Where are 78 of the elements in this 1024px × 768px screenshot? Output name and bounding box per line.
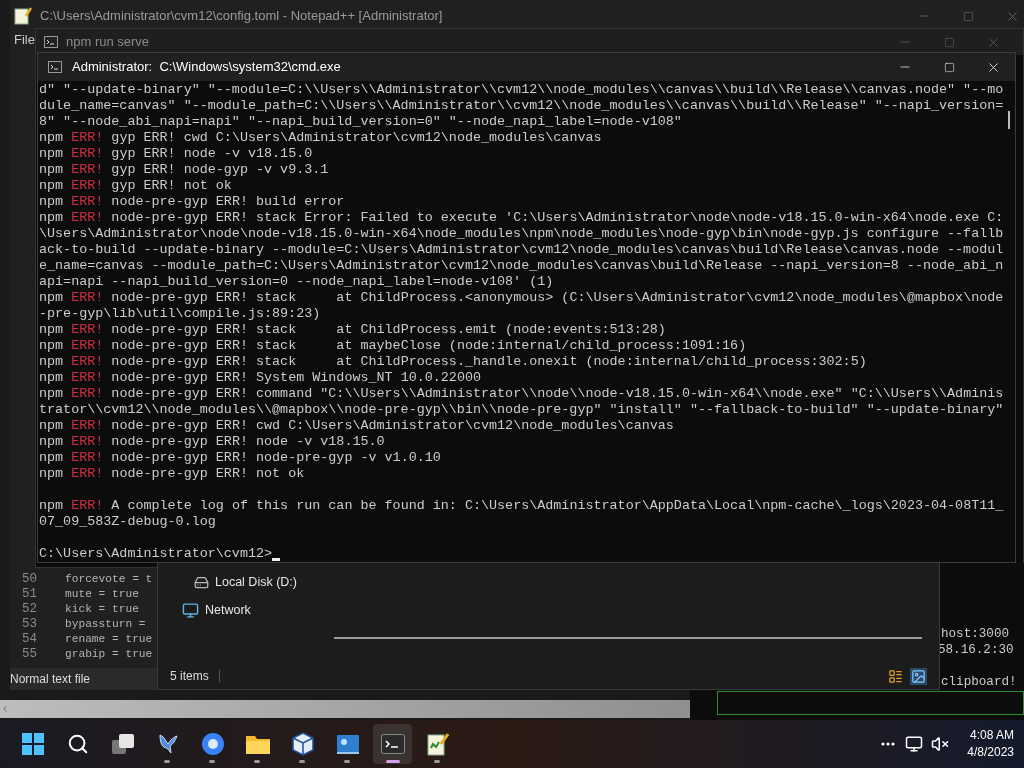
terminal-line: npm ERR! gyp ERR! node -v v18.15.0 bbox=[39, 146, 313, 162]
terminal-line: npm ERR! node-pre-gyp ERR! stack at ChildProcess.emit (node:events:513:28) bbox=[39, 322, 666, 338]
terminal-line: npm ERR! node-pre-gyp ERR! build error bbox=[39, 194, 345, 210]
terminal-line: 07_09_583Z-debug-0.log bbox=[39, 514, 216, 530]
window-title: C:\Users\Administrator\cvm12\config.toml - Notepad++ [Administrator] bbox=[40, 7, 443, 26]
ellipsis-icon bbox=[881, 742, 896, 746]
window-title: Administrator: C:\Windows\system32\cmd.exe bbox=[72, 58, 341, 77]
horizontal-scrollbar[interactable] bbox=[0, 700, 690, 718]
drive-icon bbox=[194, 574, 209, 590]
terminal-line: npm ERR! gyp ERR! cwd C:\Users\Administrator\cvm12\node_modules\canvas bbox=[39, 130, 602, 146]
menu-item[interactable]: File bbox=[10, 30, 39, 50]
terminal-line: 8" "--node_abi_napi=napi" "--napi_build_version=0" "--node_napi_label=node-v108" bbox=[39, 114, 682, 130]
terminal-line: npm ERR! node-pre-gyp ERR! System Windows_NT 10.0.22000 bbox=[39, 370, 481, 386]
code-line: kick = true bbox=[65, 602, 139, 618]
terminal-line: npm ERR! node-pre-gyp ERR! node -v v18.15.0 bbox=[39, 434, 385, 450]
cube-icon bbox=[291, 732, 314, 756]
nav-item[interactable]: Network bbox=[158, 595, 939, 625]
tiles-view-button[interactable] bbox=[910, 667, 927, 685]
terminal-line: -pre-gyp\lib\util\compile.js:89:23) bbox=[39, 306, 321, 322]
terminal-line: d" "--update-binary" "--module=C:\\Users\\Administrator\\cvm12\\node_modules\\canvas\\build\\Release\\canvas.node" "--mo bbox=[39, 82, 1004, 98]
terminal-line: trator\\cvm12\\node_modules\\@mapbox\\node-pre-gyp\\bin\\node-pre-gyp" "install" "--fallback-to-build" "--update-binary" bbox=[39, 402, 1004, 418]
line-number: 52 bbox=[21, 601, 38, 618]
mute-icon[interactable] bbox=[931, 735, 950, 753]
code-line: rename = true bbox=[65, 632, 153, 648]
code-line: mute = true bbox=[65, 587, 139, 603]
code-line: bypassturn = bbox=[65, 617, 146, 633]
notepad-icon bbox=[14, 7, 32, 25]
terminal-line: npm ERR! node-pre-gyp ERR! cwd C:\Users\Administrator\cvm12\node_modules\canvas bbox=[39, 418, 674, 434]
terminal-line: npm ERR! gyp ERR! node-gyp -v v9.3.1 bbox=[39, 162, 329, 178]
terminal-line: e_name=canvas --module_path=C:\Users\Administrator\cvm12\node_modules\canvas\build\Release --napi_version=8 --node_abi_n bbox=[39, 258, 1004, 274]
text-cursor bbox=[272, 558, 281, 561]
overlapping-squares-icon bbox=[110, 733, 135, 755]
line-number: 53 bbox=[21, 616, 38, 633]
notepad-icon bbox=[426, 732, 449, 756]
terminal-line: npm ERR! node-pre-gyp ERR! command "C:\\Users\\Administrator\\node\\node-v18.15.0-win-x64\\node.exe" "C:\\Users\\Adminis bbox=[39, 386, 1004, 402]
terminal-line: \Users\Administrator\node\node-v18.15.0-win-x64\node_modules\npm\node_modules\node-gyp\bin\node-gyp.js configure --fallb bbox=[39, 226, 1004, 242]
terminal-icon bbox=[44, 36, 58, 48]
line-number: 51 bbox=[21, 586, 38, 603]
landscape-window-icon bbox=[335, 733, 360, 755]
terminal-icon bbox=[48, 61, 62, 73]
terminal-line: npm ERR! node-pre-gyp ERR! not ok bbox=[39, 466, 305, 482]
item-count: 5 items bbox=[170, 668, 209, 685]
window-title: npm run serve bbox=[66, 33, 150, 52]
terminal-line: 58.16.2:30 bbox=[938, 643, 1014, 658]
network-icon[interactable] bbox=[905, 735, 924, 753]
code-line: forcevote = t bbox=[65, 572, 153, 588]
folder-icon bbox=[244, 733, 271, 755]
network-icon bbox=[182, 601, 199, 619]
terminal-line: npm ERR! gyp ERR! not ok bbox=[39, 178, 232, 194]
nav-item[interactable]: Local Disk (D:) bbox=[158, 569, 939, 595]
terminal-line: dule_name=canvas" "--module_path=C:\\Users\\Administrator\\cvm12\\node_modules\\canvas\\build\\Release" "--napi_version= bbox=[39, 98, 1004, 114]
terminal-line: host:3000 bbox=[941, 627, 1010, 642]
terminal-line: clipboard! bbox=[941, 675, 1017, 690]
terminal-line: ack-to-build --update-binary --module=C:\Users\Administrator\cvm12\node_modules\canvas\build\Release\canvas.node --modul bbox=[39, 242, 1004, 258]
details-view-button[interactable] bbox=[887, 667, 904, 685]
terminal-icon bbox=[380, 734, 405, 754]
maximize-icon bbox=[962, 10, 974, 22]
line-number: 54 bbox=[21, 631, 38, 648]
windows-logo-icon bbox=[21, 733, 44, 755]
clock[interactable]: 4:08 AM 4/8/2023 bbox=[967, 727, 1014, 761]
command-prompt: C:\Users\Administrator\cvm12> bbox=[39, 546, 273, 562]
line-number: 50 bbox=[21, 571, 38, 588]
terminal-line: npm ERR! node-pre-gyp ERR! stack at maybeClose (node:internal/child_process:1091:16) bbox=[39, 338, 747, 354]
scroll-left-icon bbox=[0, 704, 10, 714]
taskbar-app-button[interactable] bbox=[373, 724, 412, 764]
terminal-line: api=napi --napi_build_version=0 --node_napi_label=node-v108' (1) bbox=[39, 274, 554, 290]
line-number: 55 bbox=[21, 646, 38, 664]
terminal-line: npm ERR! A complete log of this run can be found in: C:\Users\Administrator\AppData\Local\npm-cache\_logs\2023-04-08T11_ bbox=[39, 498, 1004, 514]
terminal-line: npm ERR! node-pre-gyp ERR! stack Error: Failed to execute 'C:\Users\Administrator\node\node-v18.15.0-win-x64\node.exe C: bbox=[39, 210, 1004, 226]
ring-icon bbox=[200, 732, 225, 756]
code-line: grabip = true bbox=[65, 647, 153, 663]
maximize-icon bbox=[943, 36, 955, 48]
terminal-line: npm ERR! node-pre-gyp ERR! stack at ChildProcess.<anonymous> (C:\Users\Administrator\cvm12\node_modules\@mapbox\node bbox=[39, 290, 1004, 306]
search-icon bbox=[66, 733, 89, 755]
terminal-line: npm ERR! node-pre-gyp ERR! node-pre-gyp -v v1.0.10 bbox=[39, 450, 441, 466]
maximize-icon bbox=[943, 61, 955, 73]
terminal-line: npm ERR! node-pre-gyp ERR! stack at ChildProcess._handle.onexit (node:internal/child_process:302:5) bbox=[39, 354, 867, 370]
status-text: Normal text file bbox=[10, 671, 91, 688]
